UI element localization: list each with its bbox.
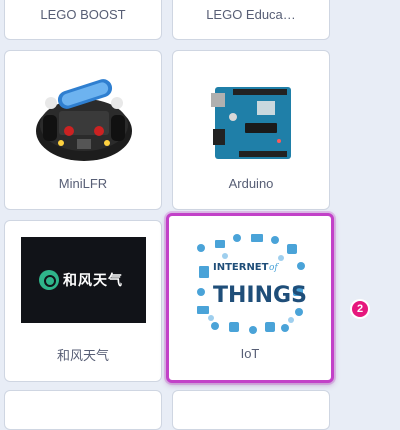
arduino-board-icon [211, 87, 291, 159]
extension-label: IoT [240, 346, 260, 361]
qweather-logo-mark-inner [44, 275, 56, 287]
iot-art-things: THINGS [213, 283, 307, 308]
extension-card-arduino[interactable]: Arduino [172, 50, 330, 210]
extension-card-lego-boost[interactable]: LEGO BOOST [4, 0, 162, 40]
qweather-logo-icon: 和风天气 [21, 237, 146, 323]
iot-art-of: of [269, 263, 279, 273]
extension-label: LEGO BOOST [40, 7, 126, 22]
robot-car-icon [36, 79, 132, 161]
iot-art-internet: INTERNET [213, 262, 269, 273]
extension-label: 和风天气 [56, 348, 109, 363]
extension-label: Arduino [228, 176, 274, 191]
extension-card-qweather[interactable]: 和风天气 和风天气 [4, 220, 162, 382]
extension-card-partial-right[interactable] [172, 390, 330, 430]
extension-card-partial-left[interactable] [4, 390, 162, 430]
extension-label: MiniLFR [58, 176, 108, 191]
step-badge: 2 [352, 301, 368, 317]
extension-card-iot[interactable]: INTERNET of THINGS IoT [166, 213, 334, 383]
extension-card-minilfr[interactable]: MiniLFR [4, 50, 162, 210]
internet-of-things-icon: INTERNET of THINGS [197, 234, 307, 334]
extension-card-lego-education[interactable]: LEGO Educa… [172, 0, 330, 40]
qweather-logo-text: 和风天气 [63, 272, 123, 288]
extension-label: LEGO Educa… [206, 7, 296, 22]
